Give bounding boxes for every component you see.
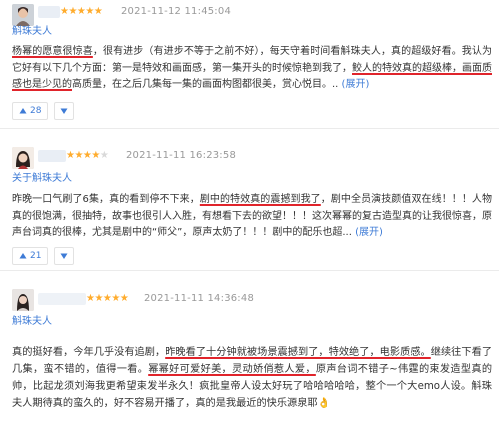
expand-link[interactable]: (展开)	[342, 79, 370, 90]
book-link[interactable]: 关于斛珠夫人	[12, 173, 72, 185]
username-blurred[interactable]	[38, 6, 60, 18]
highlighted-text: 昨晚看了十分钟就被场景震撼到了，特效绝了，电影质感。	[165, 347, 431, 358]
review-item: ★★★★★ 2021-11-11 16:23:58 关于斛珠夫人 昨晚一口气刷了…	[0, 128, 499, 270]
downvote-button[interactable]	[54, 247, 75, 265]
review-item: ★★★★★ 2021-11-12 11:45:04 斛珠夫人 杨幂的愿意很惊喜，…	[0, 0, 499, 128]
vote-actions: 21	[12, 247, 75, 265]
upvote-count: 28	[30, 106, 42, 116]
book-link[interactable]: 斛珠夫人	[12, 26, 52, 38]
username-blurred[interactable]	[38, 293, 86, 305]
highlighted-text: 杨幂的愿意很惊喜	[12, 46, 93, 57]
rating-stars: ★★★★★	[60, 6, 103, 17]
book-link[interactable]: 斛珠夫人	[12, 316, 52, 328]
rating-stars: ★★★★★	[66, 150, 109, 161]
downvote-icon	[60, 253, 68, 259]
upvote-button[interactable]: 21	[12, 247, 49, 265]
downvote-icon	[60, 108, 68, 114]
review-date: 2021-11-11 14:36:48	[144, 293, 255, 304]
review-content: 真的挺好看，今年几乎没有追剧，昨晚看了十分钟就被场景震撼到了，特效绝了，电影质感…	[12, 344, 492, 412]
upvote-button[interactable]: 28	[12, 102, 49, 120]
downvote-button[interactable]	[54, 102, 75, 120]
upvote-count: 21	[30, 251, 42, 261]
content-text: 真的挺好看，今年几乎没有追剧，	[12, 347, 166, 358]
vote-actions: 28	[12, 102, 75, 120]
username-blurred[interactable]	[38, 150, 66, 162]
content-text: 昨晚一口气刷了6集，真的看到停不下来，	[12, 194, 200, 205]
highlighted-text: 幂幂好可爱好美，灵动娇俏惹人爱，	[148, 364, 316, 375]
rating-stars: ★★★★★	[86, 293, 129, 304]
avatar[interactable]	[12, 147, 34, 169]
review-content: 昨晚一口气刷了6集，真的看到停不下来，剧中的特效真的震撼到我了，剧中全员演技颜值…	[12, 192, 492, 242]
highlighted-text: 剧中的特效真的震撼到我了	[199, 194, 321, 205]
upvote-icon	[19, 253, 27, 259]
upvote-icon	[19, 108, 27, 114]
review-date: 2021-11-11 16:23:58	[126, 150, 237, 161]
review-date: 2021-11-12 11:45:04	[121, 6, 232, 17]
content-text: 高质量，在之后几集每一集的画面构图都很美，赏心悦目。..	[72, 79, 342, 90]
avatar[interactable]	[12, 289, 34, 311]
expand-link[interactable]: (展开)	[355, 227, 383, 238]
review-content: 杨幂的愿意很惊喜，很有进步（有进步不等于之前不好），每天守着时间看斛珠夫人，真的…	[12, 44, 492, 94]
review-item: ★★★★★ 2021-11-11 14:36:48 斛珠夫人 真的挺好看，今年几…	[0, 270, 499, 424]
avatar[interactable]	[12, 4, 34, 26]
